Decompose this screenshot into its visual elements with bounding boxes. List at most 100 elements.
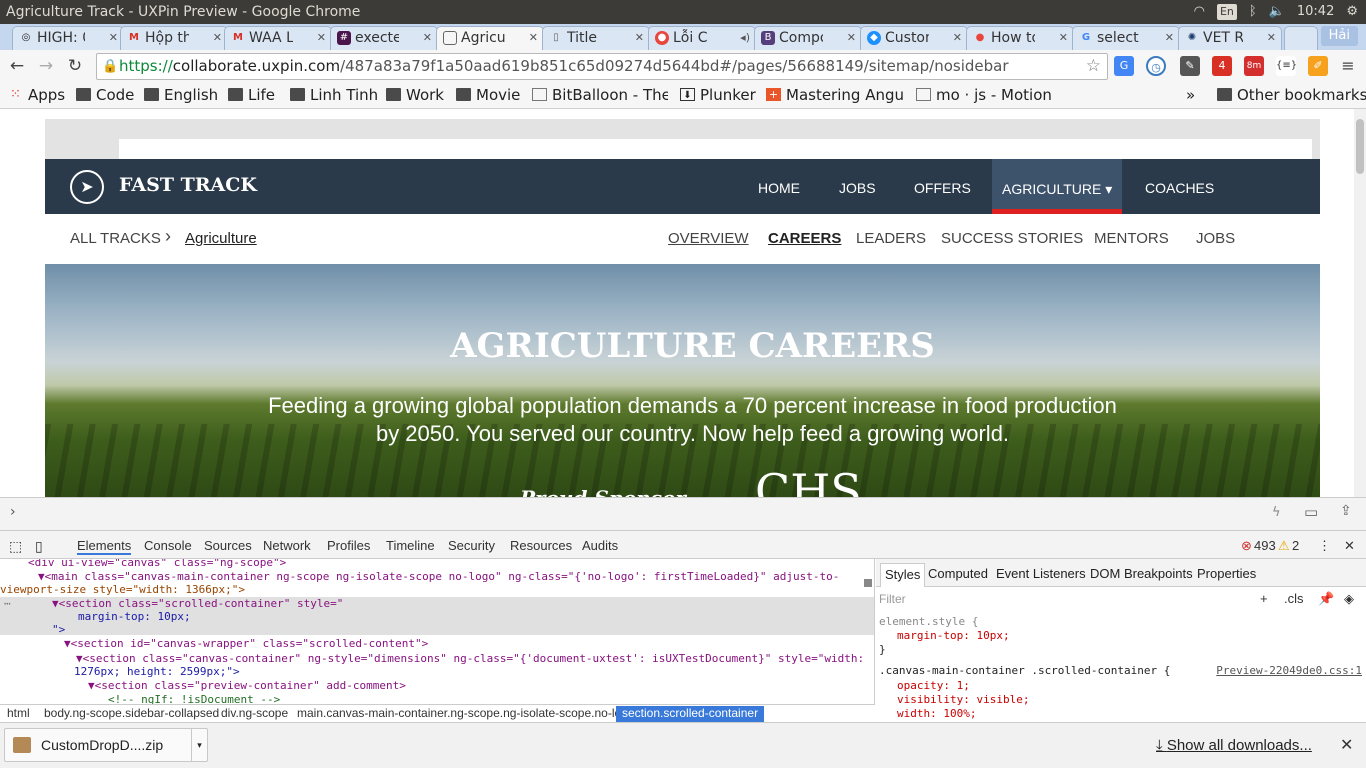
error-count[interactable]: 493 xyxy=(1254,538,1276,553)
tab-title[interactable]: ▯ Title ✕ xyxy=(542,26,650,50)
close-tab-icon[interactable]: ✕ xyxy=(529,27,538,49)
new-tab-button[interactable] xyxy=(1284,26,1318,50)
tab-gmail-inbox[interactable]: M Hộp th ✕ xyxy=(120,26,228,50)
tab-compo[interactable]: BCompo✕ xyxy=(754,26,862,50)
fast-track-logo-icon[interactable]: ➤ xyxy=(70,170,104,204)
dom-breadcrumb-item[interactable]: div.ng-scope xyxy=(221,706,288,720)
screencast-icon[interactable]: ▭ xyxy=(1304,503,1318,521)
wifi-icon[interactable]: ◠ xyxy=(1194,0,1205,24)
devtools-tab-sources[interactable]: Sources xyxy=(204,538,252,553)
dom-line[interactable]: <!-- ngIf: !isDocument --> xyxy=(108,693,280,704)
devtools-tab-security[interactable]: Security xyxy=(448,538,495,553)
subnav-mentors[interactable]: MENTORS xyxy=(1094,230,1169,247)
chevron-right-icon[interactable]: › xyxy=(10,504,16,520)
back-arrow-icon[interactable]: ← xyxy=(7,56,27,76)
devtools-tab-elements[interactable]: Elements xyxy=(77,538,132,555)
devtools-tab-profiles[interactable]: Profiles xyxy=(327,538,370,553)
download-item[interactable]: CustomDropD....zip ▾ xyxy=(4,728,208,762)
dom-line[interactable]: ▼<section class="canvas-container" ng-st… xyxy=(76,652,864,665)
dom-line[interactable]: <div ui-view="canvas" class="ng-scope"> xyxy=(28,559,286,569)
volume-icon[interactable]: 🔈 xyxy=(1269,0,1285,24)
close-tab-icon[interactable]: ✕ xyxy=(635,27,644,49)
profile-button[interactable]: Hải xyxy=(1320,26,1358,46)
reload-icon[interactable]: ↻ xyxy=(65,56,85,76)
dom-line-selected[interactable]: ▼<section class="scrolled-container" sty… xyxy=(52,597,343,610)
subnav-leaders[interactable]: LEADERS xyxy=(856,230,926,247)
tab-how-to[interactable]: ●How to✕ xyxy=(966,26,1074,50)
bookmark-folder-linh-tinh[interactable]: Linh Tinh xyxy=(290,85,378,105)
styles-tab-properties[interactable]: Properties xyxy=(1197,566,1256,581)
style-declaration[interactable]: visibility: visible; xyxy=(897,693,1029,706)
nav-offers[interactable]: OFFERS xyxy=(914,159,971,214)
forward-arrow-icon[interactable]: → xyxy=(36,56,56,76)
styles-tab-event-listeners[interactable]: Event Listeners xyxy=(996,566,1086,581)
timer-extension-icon[interactable]: 8m xyxy=(1244,56,1264,76)
site-logo-text[interactable]: FAST TRACK xyxy=(119,174,257,196)
dom-line[interactable]: viewport-size style="width: 1366px;"> xyxy=(0,583,245,596)
tab-custon[interactable]: ◆ Custon ✕ xyxy=(860,26,968,50)
settings-gear-icon[interactable]: ⚙ xyxy=(1346,0,1358,24)
tab-loi[interactable]: ● Lỗi C ◂) xyxy=(648,26,756,50)
subnav-overview[interactable]: OVERVIEW xyxy=(668,230,749,247)
breadcrumb-all-tracks[interactable]: ALL TRACKS xyxy=(70,230,161,247)
dom-breadcrumb-item-active[interactable]: section.scrolled-container xyxy=(616,706,765,722)
subnav-success-stories[interactable]: SUCCESS STORIES xyxy=(941,230,1083,247)
bookmark-folder-code[interactable]: Code xyxy=(76,85,134,105)
bookmarks-overflow-button[interactable]: » xyxy=(1186,85,1195,105)
bookmark-plunker[interactable]: ⬇ Plunker xyxy=(680,85,756,105)
bookmark-folder-work[interactable]: Work xyxy=(386,85,444,105)
translate-icon[interactable]: G xyxy=(1114,56,1134,76)
subnav-careers[interactable]: CAREERS xyxy=(768,230,841,247)
tab-vet-ro[interactable]: ✺VET RO✕ xyxy=(1178,26,1282,50)
gmail-checker-icon[interactable]: 4 xyxy=(1212,56,1232,76)
dom-breadcrumb-item[interactable]: body.ng-scope.sidebar-collapsed xyxy=(44,706,219,720)
bookmark-bitballoon[interactable]: BitBalloon - The f xyxy=(532,85,668,105)
warning-count[interactable]: 2 xyxy=(1292,538,1299,553)
keyboard-lang[interactable]: En xyxy=(1216,4,1237,20)
breadcrumb-agriculture[interactable]: Agriculture xyxy=(185,230,257,247)
bookmark-star-icon[interactable]: ☆ xyxy=(1086,54,1101,79)
close-tab-icon[interactable]: ✕ xyxy=(1267,27,1276,49)
pin-icon[interactable]: 📌 xyxy=(1318,591,1334,607)
more-vertical-icon[interactable]: ⋮ xyxy=(1318,538,1331,554)
device-mode-icon[interactable]: ▯ xyxy=(35,538,43,555)
extension-pencil-icon[interactable]: ✐ xyxy=(1308,56,1328,76)
nav-jobs[interactable]: JOBS xyxy=(839,159,876,214)
devtools-tab-resources[interactable]: Resources xyxy=(510,538,572,553)
bookmark-folder-english[interactable]: English xyxy=(144,85,218,105)
devtools-tab-timeline[interactable]: Timeline xyxy=(386,538,435,553)
page-scrollbar-thumb[interactable] xyxy=(1356,119,1364,174)
nav-coaches[interactable]: COACHES xyxy=(1145,159,1214,214)
close-devtools-icon[interactable]: ✕ xyxy=(1344,538,1355,554)
clock-extension-icon[interactable]: ◷ xyxy=(1146,56,1166,76)
toggle-element-state-icon[interactable]: ◈ xyxy=(1344,591,1354,607)
cls-toggle[interactable]: .cls xyxy=(1284,591,1304,606)
bookmark-apps[interactable]: ⁙ Apps xyxy=(8,85,65,105)
nav-home[interactable]: HOME xyxy=(758,159,800,214)
tab-high[interactable]: ◎HIGH: 0✕ xyxy=(12,26,124,50)
tab-select[interactable]: Gselect c✕ xyxy=(1072,26,1180,50)
close-tab-icon[interactable]: ✕ xyxy=(109,27,118,49)
tab-gmail-waa[interactable]: MWAA Lo✕ xyxy=(224,26,332,50)
dom-line[interactable]: ▼<main class="canvas-main-container ng-s… xyxy=(38,570,839,583)
menu-hamburger-icon[interactable]: ≡ xyxy=(1338,56,1358,76)
styles-tab-computed[interactable]: Computed xyxy=(928,566,988,581)
lightning-icon[interactable]: ϟ xyxy=(1272,505,1281,520)
close-tab-icon[interactable]: ✕ xyxy=(213,27,222,49)
dom-line-selected-style[interactable]: margin-top: 10px; xyxy=(78,610,191,623)
clock[interactable]: 10:42 xyxy=(1297,0,1334,24)
style-declaration[interactable]: margin-top: 10px; xyxy=(897,629,1010,642)
bookmark-mastering-angular[interactable]: + Mastering Angul xyxy=(766,85,904,105)
style-declaration[interactable]: opacity: 1; xyxy=(897,679,970,692)
dom-line[interactable]: ▼<section id="canvas-wrapper" class="scr… xyxy=(64,637,428,650)
close-tab-icon[interactable]: ✕ xyxy=(1059,27,1068,49)
styles-tab-dom-breakpoints[interactable]: DOM Breakpoints xyxy=(1090,566,1193,581)
style-rule-selector[interactable]: .canvas-main-container .scrolled-contain… xyxy=(879,664,1170,677)
close-tab-icon[interactable]: ✕ xyxy=(317,27,326,49)
share-icon[interactable]: ⇪ xyxy=(1340,503,1352,519)
dom-line[interactable]: 1276px; height: 2599px;"> xyxy=(74,665,240,678)
styles-filter-input[interactable]: Filter xyxy=(879,592,906,606)
bookmark-other[interactable]: Other bookmarks xyxy=(1217,85,1366,105)
close-tab-icon[interactable]: ✕ xyxy=(847,27,856,49)
tab-slack[interactable]: # execte ✕ xyxy=(330,26,438,50)
